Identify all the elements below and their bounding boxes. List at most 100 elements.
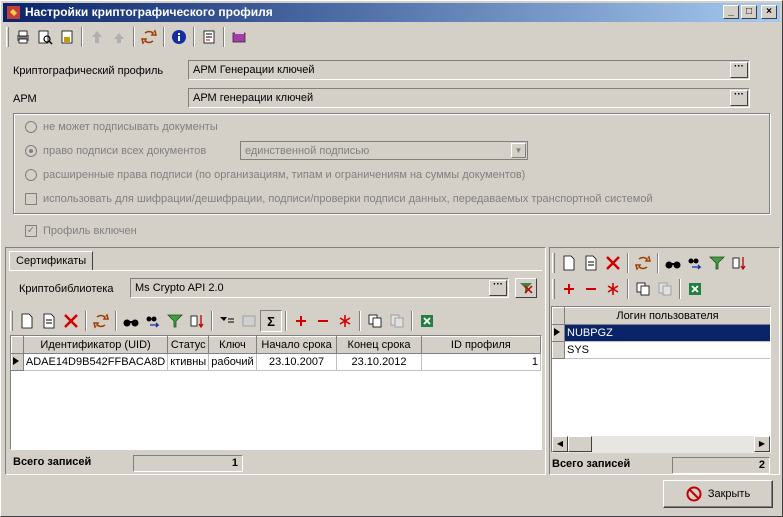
maximize-button[interactable]: □ xyxy=(741,5,757,19)
table-row[interactable]: NUBPGZ xyxy=(552,324,770,342)
close-window-button[interactable]: × xyxy=(761,5,777,19)
filter-columns-icon[interactable] xyxy=(216,310,238,332)
info-icon[interactable] xyxy=(168,26,190,48)
col-status[interactable]: Статус xyxy=(167,336,210,354)
radio-extended-rights xyxy=(25,169,37,181)
arm-select-button[interactable]: ··· xyxy=(730,90,748,106)
close-button[interactable]: Закрыть xyxy=(663,480,773,508)
profile-select-button[interactable]: ··· xyxy=(730,62,748,78)
col-profile-id[interactable]: ID профиля xyxy=(420,336,541,354)
profile-label: Криптографический профиль xyxy=(13,65,164,77)
certificates-header-row: Идентификатор (UID) Статус Ключ Начало с… xyxy=(11,336,541,354)
option-cannot-sign: не может подписывать документы xyxy=(25,121,218,133)
copy-icon[interactable] xyxy=(632,278,654,300)
remove-icon[interactable] xyxy=(580,278,602,300)
paste-icon xyxy=(386,310,408,332)
profile-field[interactable]: АРМ Генерации ключей ··· xyxy=(188,60,750,80)
help-book-icon[interactable] xyxy=(228,26,250,48)
find-icon[interactable] xyxy=(120,310,142,332)
row-indicator-icon xyxy=(552,324,565,342)
users-toolbar-1 xyxy=(551,251,750,275)
sum-icon[interactable]: Σ xyxy=(260,310,282,332)
users-count: 2 xyxy=(672,457,770,474)
arm-field[interactable]: АРМ генерации ключей ··· xyxy=(188,88,750,108)
filter-icon[interactable] xyxy=(164,310,186,332)
find-next-icon[interactable] xyxy=(684,252,706,274)
find-next-icon[interactable] xyxy=(142,310,164,332)
add-icon[interactable] xyxy=(290,310,312,332)
refresh-icon[interactable] xyxy=(632,252,654,274)
users-hscrollbar[interactable]: ◀ ▶ xyxy=(552,436,770,453)
title-bar[interactable]: Настройки криптографического профиля _ □… xyxy=(3,3,780,22)
paste-icon xyxy=(654,278,676,300)
col-end[interactable]: Конец срока xyxy=(336,336,422,354)
copy-icon[interactable] xyxy=(364,310,386,332)
users-toolbar-2 xyxy=(551,277,706,301)
delete-icon[interactable] xyxy=(60,310,82,332)
cryptolib-label: Криптобиблиотека xyxy=(19,283,114,295)
print-preview-icon[interactable] xyxy=(34,26,56,48)
main-toolbar xyxy=(5,25,250,49)
certificates-toolbar: Σ xyxy=(9,309,438,333)
sort-icon[interactable] xyxy=(728,252,750,274)
document-properties-icon[interactable] xyxy=(198,26,220,48)
certificates-status: Всего записей 1 xyxy=(13,455,542,472)
radio-cannot-sign xyxy=(25,121,37,133)
find-icon[interactable] xyxy=(662,252,684,274)
refresh-icon[interactable] xyxy=(90,310,112,332)
table-row[interactable]: ADAE14D9B542FFBACA8D ктивны рабочий 23.1… xyxy=(11,353,541,371)
col-user-login[interactable]: Логин пользователя xyxy=(564,307,770,325)
new-doc-icon[interactable] xyxy=(16,310,38,332)
certificates-count: 1 xyxy=(133,455,243,472)
app-icon xyxy=(7,6,20,19)
scroll-thumb[interactable] xyxy=(568,436,592,452)
new-doc-icon[interactable] xyxy=(558,252,580,274)
clear-filter-icon xyxy=(520,283,533,294)
group-icon xyxy=(238,310,260,332)
scroll-left-icon[interactable]: ◀ xyxy=(552,436,568,452)
add-icon[interactable] xyxy=(558,278,580,300)
option-extended-rights: расширенные права подписи (по организаци… xyxy=(25,169,525,181)
users-status: Всего записей 2 xyxy=(552,457,772,474)
asterisk-icon[interactable] xyxy=(334,310,356,332)
settings-window: Настройки криптографического профиля _ □… xyxy=(0,0,783,517)
col-key[interactable]: Ключ xyxy=(208,336,257,354)
option-encrypt: использовать для шифрации/дешифрации, по… xyxy=(25,193,653,205)
checkbox-profile-enabled: ✓ xyxy=(25,225,37,237)
scroll-right-icon[interactable]: ▶ xyxy=(754,436,770,452)
edit-doc-icon[interactable] xyxy=(38,310,60,332)
excel-export-icon[interactable] xyxy=(684,278,706,300)
no-entry-icon xyxy=(686,486,702,502)
window-title: Настройки криптографического профиля xyxy=(25,5,273,19)
excel-export-icon[interactable] xyxy=(416,310,438,332)
asterisk-icon[interactable] xyxy=(602,278,624,300)
cryptolib-select-button[interactable]: ··· xyxy=(489,280,507,296)
edit-doc-icon[interactable] xyxy=(580,252,602,274)
users-grid[interactable]: Логин пользователя NUBPGZ SYS xyxy=(551,306,771,453)
move-down-icon xyxy=(108,26,130,48)
cryptolib-field[interactable]: Ms Crypto API 2.0 ··· xyxy=(130,278,509,298)
row-indicator-icon xyxy=(11,353,24,371)
sort-icon[interactable] xyxy=(186,310,208,332)
delete-icon[interactable] xyxy=(602,252,624,274)
filter-icon[interactable] xyxy=(706,252,728,274)
certificates-grid[interactable]: Идентификатор (UID) Статус Ключ Начало с… xyxy=(10,335,542,450)
sign-mode-select: единственной подписью ▼ xyxy=(240,141,528,160)
table-row[interactable]: SYS xyxy=(552,341,770,359)
radio-sign-all xyxy=(25,145,37,157)
chevron-down-icon: ▼ xyxy=(511,143,526,158)
move-up-icon xyxy=(86,26,108,48)
tab-certificates[interactable]: Сертификаты xyxy=(9,251,94,271)
export-icon[interactable] xyxy=(56,26,78,48)
clear-filter-button[interactable] xyxy=(515,278,537,298)
arm-value: АРМ генерации ключей xyxy=(193,92,314,104)
option-profile-enabled: ✓ Профиль включен xyxy=(25,225,137,237)
checkbox-encrypt xyxy=(25,193,37,205)
col-uid[interactable]: Идентификатор (UID) xyxy=(22,336,169,354)
col-start[interactable]: Начало срока xyxy=(255,336,338,354)
minimize-button[interactable]: _ xyxy=(723,5,739,19)
refresh-icon[interactable] xyxy=(138,26,160,48)
print-icon[interactable] xyxy=(12,26,34,48)
remove-icon[interactable] xyxy=(312,310,334,332)
arm-label: АРМ xyxy=(13,93,37,105)
